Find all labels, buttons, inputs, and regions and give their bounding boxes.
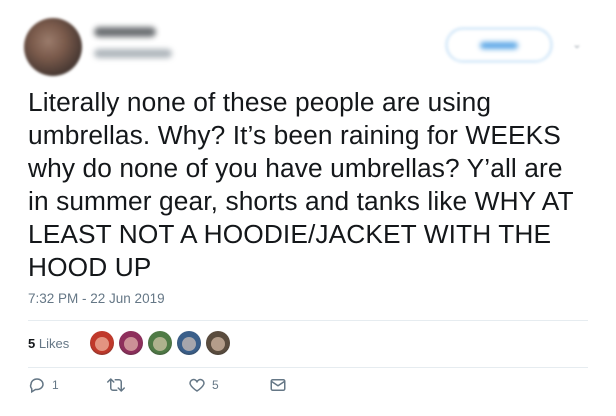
likes-number: 5 [28, 336, 36, 351]
liker-avatar[interactable] [90, 331, 114, 355]
tweet-timestamp[interactable]: 7:32 PM - 22 Jun 2019 [28, 291, 165, 306]
tweet-text-line: umbrellas. Why? It’s been raining for WE… [28, 120, 561, 150]
reply-icon [28, 376, 46, 394]
like-button[interactable]: 5 [188, 376, 219, 394]
liker-avatar[interactable] [206, 331, 230, 355]
divider [28, 367, 588, 368]
author-handle-redacted[interactable] [94, 49, 172, 58]
direct-message-button[interactable] [269, 376, 287, 394]
author-avatar[interactable] [24, 18, 82, 76]
retweet-button[interactable] [106, 376, 132, 394]
tweet-text-line: in summer gear, shorts and tanks like WH… [28, 186, 574, 216]
chevron-down-icon[interactable]: ⌄ [570, 38, 584, 52]
author-name-redacted[interactable] [94, 27, 156, 37]
reply-count: 1 [52, 378, 59, 392]
follow-button[interactable] [446, 28, 552, 62]
heart-icon [188, 376, 206, 394]
message-icon [269, 376, 287, 394]
liker-avatar[interactable] [148, 331, 172, 355]
like-count: 5 [212, 378, 219, 392]
tweet-actions: 1 5 [28, 376, 588, 400]
liker-avatar[interactable] [119, 331, 143, 355]
retweet-icon [106, 376, 126, 394]
tweet-text: Literally none of these people are using… [28, 86, 588, 284]
tweet-card: ⌄ Literally none of these people are usi… [0, 0, 616, 416]
reply-button[interactable]: 1 [28, 376, 59, 394]
tweet-text-line: Literally none of these people are using [28, 87, 492, 117]
tweet-text-line: LEAST NOT A HOODIE/JACKET WITH THE [28, 219, 552, 249]
tweet-text-line: why do none of you have umbrellas? Y’all… [28, 153, 563, 183]
tweet-text-line: HOOD UP [28, 252, 152, 282]
divider [28, 320, 588, 321]
liker-avatars [90, 331, 230, 355]
likes-label: Likes [38, 336, 70, 351]
liker-avatar[interactable] [177, 331, 201, 355]
likes-count[interactable]: 5 Likes [28, 336, 69, 351]
